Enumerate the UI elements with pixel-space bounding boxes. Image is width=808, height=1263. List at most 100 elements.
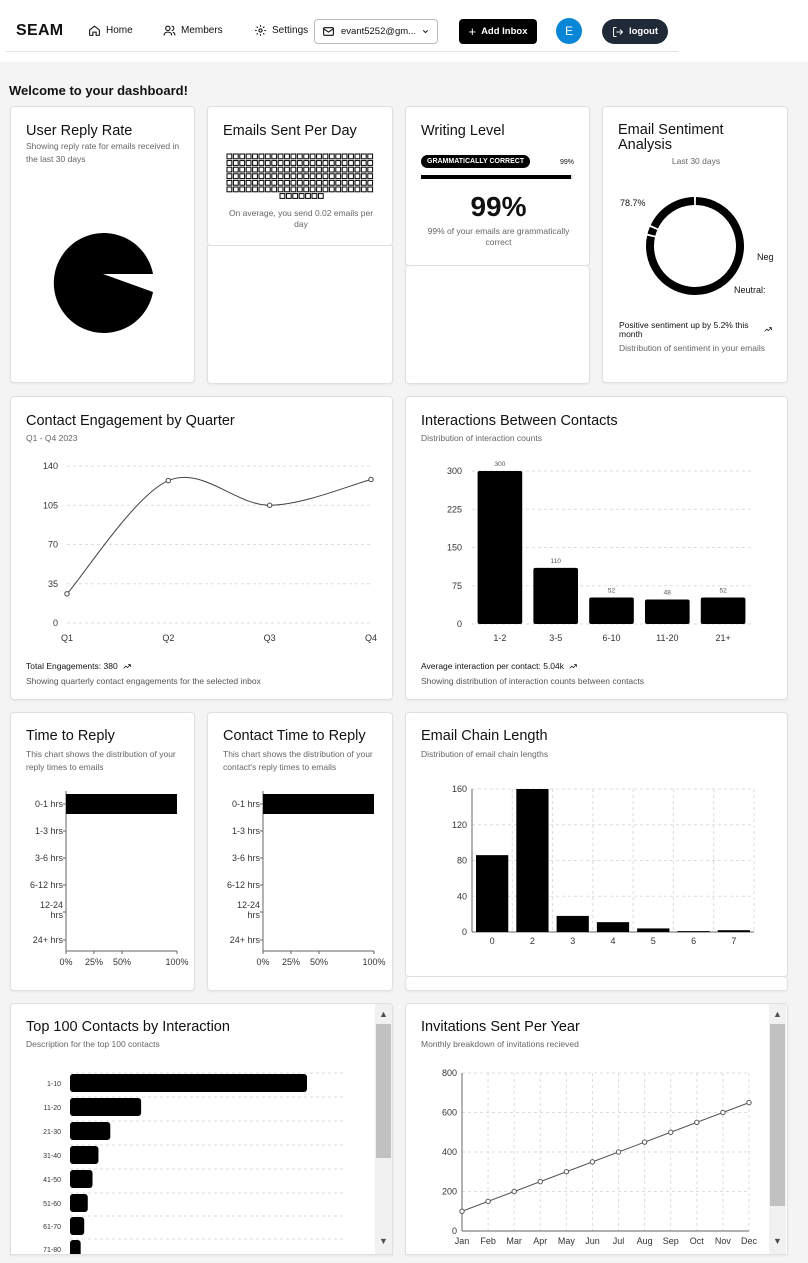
email-grid-cell xyxy=(367,160,374,166)
bar[interactable] xyxy=(596,922,630,932)
bar[interactable] xyxy=(263,794,374,814)
email-grid-cell xyxy=(245,179,252,186)
email-grid-cell xyxy=(341,153,348,160)
email-grid-cell xyxy=(316,160,322,166)
data-label: 52 xyxy=(608,587,616,594)
data-point xyxy=(459,1208,465,1214)
data-point xyxy=(537,1178,543,1185)
email-grid-cell xyxy=(258,153,265,160)
scroll-thumb[interactable] xyxy=(770,1024,785,1206)
email-grid-cell xyxy=(328,186,335,193)
x-tick-label: 100% xyxy=(165,957,188,967)
nav-settings[interactable]: Settings xyxy=(254,24,308,37)
y-tick-label: 600 xyxy=(442,1108,457,1118)
data-point xyxy=(485,1198,491,1205)
email-grid-cell xyxy=(309,153,316,160)
bar[interactable] xyxy=(70,1240,81,1255)
email-grid-cell xyxy=(252,160,258,166)
bar[interactable] xyxy=(589,597,634,624)
nav-members[interactable]: Members xyxy=(163,24,223,37)
neutral-arc[interactable] xyxy=(650,197,695,229)
page-title: Welcome to your dashboard! xyxy=(9,83,188,98)
email-grid-cell xyxy=(360,153,367,160)
email-grid-cell xyxy=(252,153,258,160)
email-grid-cell xyxy=(335,160,342,166)
bar[interactable] xyxy=(644,599,690,624)
bar[interactable] xyxy=(516,789,549,932)
email-grid-cell xyxy=(245,186,252,193)
email-grid-cell xyxy=(245,153,252,160)
invitations-scrollbar[interactable]: ▲ ▼ xyxy=(769,1004,786,1254)
bar[interactable] xyxy=(70,1074,307,1092)
reply-rate-pie-chart xyxy=(53,233,153,333)
bar[interactable] xyxy=(70,1146,99,1164)
x-tick-label: Jan xyxy=(455,1236,470,1246)
bar[interactable] xyxy=(556,915,589,932)
email-grid-cell xyxy=(303,153,310,160)
email-grid-cell xyxy=(309,186,316,193)
writing-level-card: Writing Level GRAMMATICALLY CORRECT 99% … xyxy=(405,106,590,266)
sentiment-trend: Positive sentiment up by 5.2% this month xyxy=(619,320,749,339)
gear-icon xyxy=(255,25,266,36)
bar[interactable] xyxy=(70,1122,111,1140)
data-point xyxy=(694,1119,700,1126)
email-grid-cell xyxy=(354,179,361,186)
y-tick-label: 75 xyxy=(452,581,462,591)
top-contacts-scrollbar[interactable]: ▲ ▼ xyxy=(375,1004,392,1254)
email-grid-cell xyxy=(277,186,284,193)
x-tick-label: 11-20 xyxy=(656,633,678,643)
time-to-reply-bar-chart: 0-1 hrs 1-3 hrs 3-6 hrs 6-12 hrs 12-24hrs 24+… xyxy=(30,791,189,967)
replied-slice[interactable] xyxy=(53,233,153,333)
email-grid-cell xyxy=(316,173,322,180)
x-tick-label: 5 xyxy=(651,936,656,946)
inbox-select[interactable]: evant5252@gm... xyxy=(314,19,438,44)
email-grid-cell xyxy=(296,186,303,193)
scroll-thumb[interactable] xyxy=(376,1024,391,1158)
engagement-card: Contact Engagement by Quarter Q1 - Q4 20… xyxy=(10,396,393,700)
data-point xyxy=(589,1159,596,1165)
y-tick-label: 800 xyxy=(442,1068,457,1078)
bar[interactable] xyxy=(700,597,746,624)
email-grid-cell xyxy=(264,166,271,173)
email-grid-cell xyxy=(335,166,342,173)
email-grid-cell xyxy=(341,160,348,166)
bar[interactable] xyxy=(477,471,523,624)
add-inbox-button[interactable]: + Add Inbox xyxy=(459,19,537,44)
scroll-down-icon[interactable]: ▼ xyxy=(375,1234,392,1248)
logout-button[interactable]: logout xyxy=(602,19,668,44)
chain-length-bar-chart: 0 40 80 120 160 0 2 3 4 5 6 7 xyxy=(452,784,755,946)
trending-up-icon xyxy=(569,663,577,669)
bar[interactable] xyxy=(66,794,177,814)
email-grid-cell xyxy=(245,173,252,180)
negative-arc[interactable] xyxy=(647,226,658,236)
scroll-up-icon[interactable]: ▲ xyxy=(769,1007,786,1021)
bar[interactable] xyxy=(70,1194,88,1212)
bar[interactable] xyxy=(533,567,579,624)
avatar[interactable]: E xyxy=(556,18,582,44)
scroll-down-icon[interactable]: ▼ xyxy=(769,1234,786,1248)
bar[interactable] xyxy=(476,855,509,932)
bar[interactable] xyxy=(70,1098,142,1116)
bar[interactable] xyxy=(677,931,710,933)
nav-home[interactable]: Home xyxy=(88,24,133,37)
brand-logo[interactable]: SEAM xyxy=(16,22,63,40)
email-grid-cell xyxy=(296,153,303,160)
invitations-card: Invitations Sent Per Year Monthly breakd… xyxy=(405,1003,788,1255)
scroll-up-icon[interactable]: ▲ xyxy=(375,1007,392,1021)
email-grid-cell xyxy=(354,160,361,166)
bar[interactable] xyxy=(70,1217,85,1235)
bar[interactable] xyxy=(717,930,750,932)
reply-rate-card: User Reply Rate Showing reply rate for e… xyxy=(10,106,195,383)
x-tick-label: 0% xyxy=(59,957,72,967)
y-tick-label: 12-24 xyxy=(40,900,63,910)
bar[interactable] xyxy=(70,1170,93,1188)
email-grid-cell xyxy=(354,186,361,193)
email-grid-cell xyxy=(252,166,258,173)
email-grid-cell xyxy=(258,179,265,186)
email-grid-cell xyxy=(271,186,278,193)
email-grid-cell xyxy=(303,186,310,193)
bar[interactable] xyxy=(637,928,670,932)
interactions-avg-text: Average interaction per contact: 5.04k xyxy=(421,661,565,671)
sentiment-foot: Distribution of sentiment in your emails xyxy=(619,343,765,353)
x-tick-label: May xyxy=(558,1236,576,1246)
